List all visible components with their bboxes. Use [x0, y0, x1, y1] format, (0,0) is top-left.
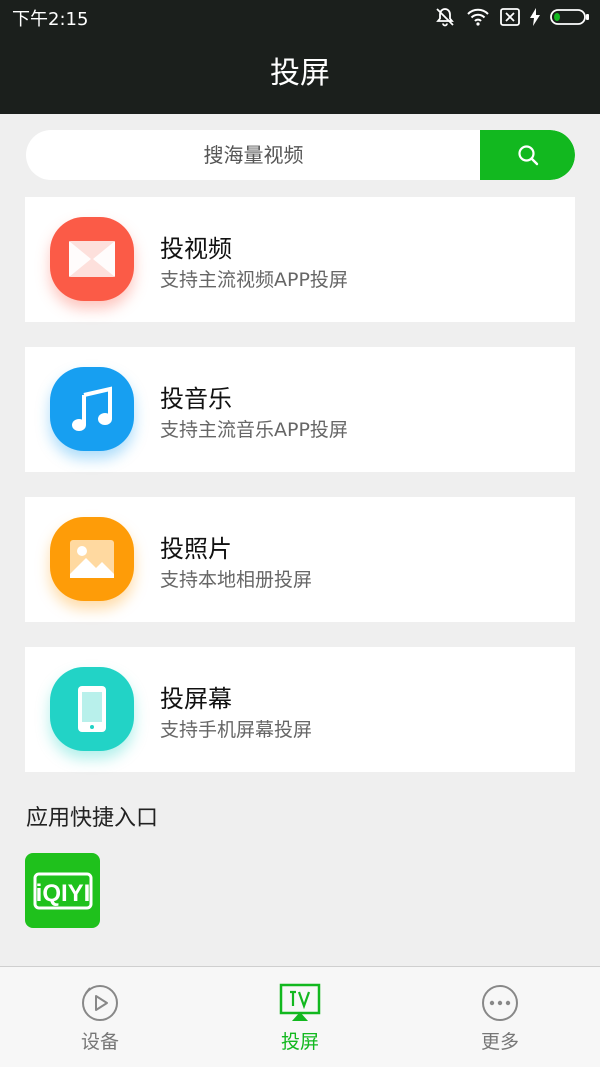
tab-devices[interactable]: 设备: [40, 983, 160, 1054]
card-title: 投照片: [160, 535, 232, 563]
header: 投屏: [0, 34, 600, 114]
phone-icon: [50, 667, 134, 751]
tab-more[interactable]: 更多: [440, 983, 560, 1054]
card-subtitle: 支持主流音乐APP投屏: [160, 419, 348, 441]
tv-icon: [279, 983, 321, 1021]
no-sim-icon: [500, 8, 520, 26]
card-subtitle: 支持手机屏幕投屏: [160, 719, 313, 741]
image-icon: [50, 517, 134, 601]
page-title: 投屏: [270, 56, 330, 91]
more-icon: [482, 985, 518, 1021]
search-input[interactable]: 搜海量视频: [26, 130, 481, 180]
cast-video-card[interactable]: 投视频 支持主流视频APP投屏: [25, 197, 575, 322]
status-bar: 下午2:15: [0, 0, 600, 34]
wifi-icon: [467, 8, 489, 26]
mute-bell-icon: [436, 8, 454, 27]
status-icons: [434, 6, 590, 28]
tab-label: 设备: [80, 1031, 119, 1053]
music-note-icon: [50, 367, 134, 451]
cast-photo-card[interactable]: 投照片 支持本地相册投屏: [25, 497, 575, 622]
cast-screen-card[interactable]: 投屏幕 支持手机屏幕投屏: [25, 647, 575, 772]
video-icon: [50, 217, 134, 301]
tab-label: 投屏: [280, 1031, 319, 1053]
shortcuts-title: 应用快捷入口: [26, 806, 159, 831]
status-time: 下午2:15: [12, 9, 89, 30]
tab-label: 更多: [480, 1031, 519, 1053]
tab-bar: 设备 投屏 更多: [0, 966, 600, 1067]
card-title: 投视频: [160, 235, 232, 263]
card-subtitle: 支持本地相册投屏: [160, 569, 313, 591]
iqiyi-logo-text: iQIYI: [35, 880, 90, 907]
card-subtitle: 支持主流视频APP投屏: [160, 269, 348, 291]
search-bar[interactable]: 搜海量视频: [26, 130, 575, 180]
search-button[interactable]: [480, 130, 575, 180]
cast-music-card[interactable]: 投音乐 支持主流音乐APP投屏: [25, 347, 575, 472]
card-title: 投屏幕: [160, 685, 232, 713]
device-play-icon: [82, 985, 118, 1021]
tab-cast[interactable]: 投屏: [240, 983, 360, 1054]
battery-icon: [550, 9, 589, 25]
search-icon: [517, 145, 538, 166]
card-title: 投音乐: [160, 385, 232, 413]
iqiyi-app-icon[interactable]: iQIYI: [25, 853, 100, 928]
charging-icon: [530, 8, 540, 26]
